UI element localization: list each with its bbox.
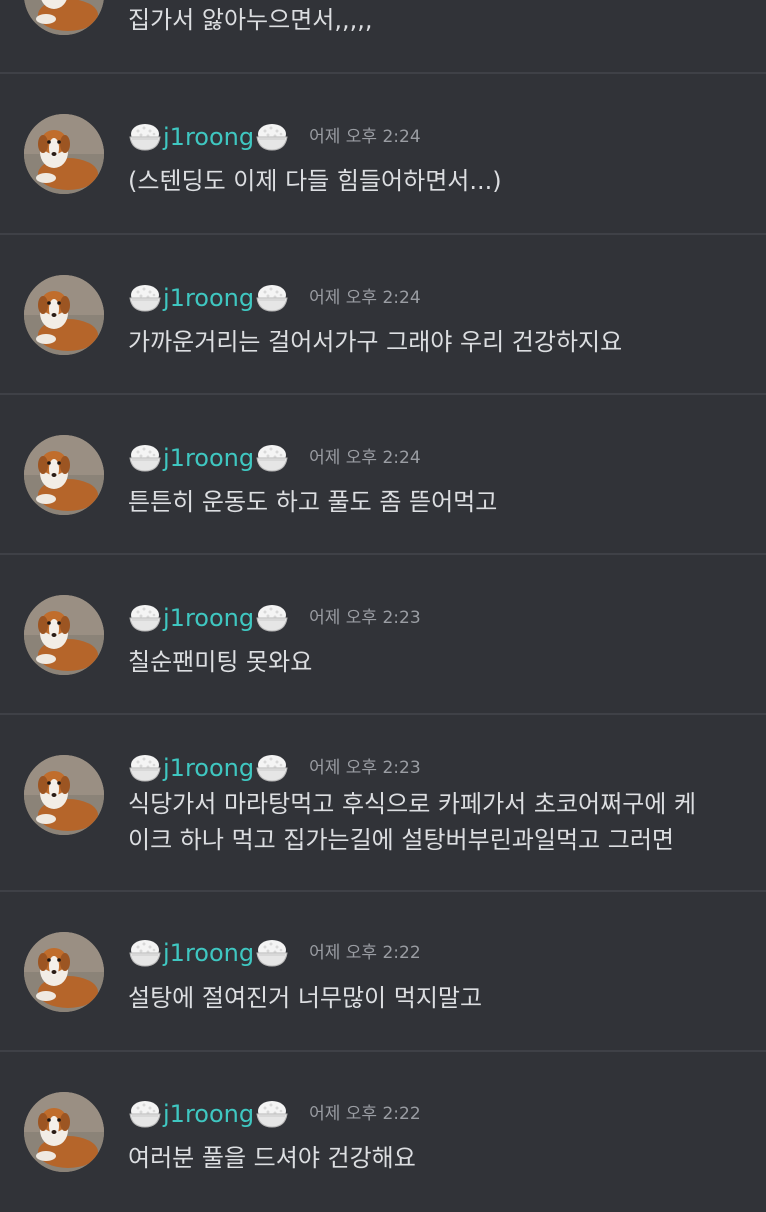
message-header: j1roong 어제 오후 2:24: [128, 119, 421, 155]
timestamp: 어제 오후 2:22: [309, 943, 421, 963]
rice-bowl-icon: [128, 121, 162, 153]
dog-avatar-icon: [24, 275, 104, 355]
timestamp: 어제 오후 2:24: [309, 288, 421, 308]
message-header: j1roong 어제 오후 2:24: [128, 280, 421, 316]
rice-bowl-icon: [255, 282, 289, 314]
message-item: j1roong 어제 오후 2:23 식당가서 마라탕먹고 후식으로 카페가서 …: [0, 715, 766, 892]
message-text: (스텐딩도 이제 다들 힘들어하면서...): [128, 167, 502, 195]
message-item: j1roong 어제 오후 2:22 설탕에 절여진거 너무많이 먹지말고: [0, 892, 766, 1052]
message-item: j1roong 어제 오후 2:24 가까운거리는 걸어서가구 그래야 우리 건…: [0, 235, 766, 395]
message-text: 식당가서 마라탕먹고 후식으로 카페가서 초코어쩌구에 케 이크 하나 먹고 집…: [128, 790, 697, 854]
message-header: j1roong 어제 오후 2:23: [128, 600, 421, 636]
avatar[interactable]: [24, 114, 104, 194]
username[interactable]: j1roong: [163, 280, 254, 316]
rice-bowl-icon: [128, 602, 162, 634]
dog-avatar-icon: [24, 932, 104, 1012]
message-item: j1roong 어제 오후 2:22 여러분 풀을 드셔야 건강해요: [0, 1052, 766, 1212]
message-text: 가까운거리는 걸어서가구 그래야 우리 건강하지요: [128, 328, 623, 356]
rice-bowl-icon: [128, 752, 162, 784]
avatar[interactable]: [24, 275, 104, 355]
username[interactable]: j1roong: [163, 119, 254, 155]
dog-avatar-icon: [24, 755, 104, 835]
rice-bowl-icon: [255, 602, 289, 634]
username[interactable]: j1roong: [163, 1096, 254, 1132]
message-text: 집가서 앓아누으면서,,,,,: [128, 6, 373, 34]
rice-bowl-icon: [128, 1098, 162, 1130]
avatar[interactable]: [24, 0, 104, 35]
message-text: 설탕에 절여진거 너무많이 먹지말고: [128, 984, 483, 1012]
rice-bowl-icon: [255, 752, 289, 784]
message-text: 튼튼히 운동도 하고 풀도 좀 뜯어먹고: [128, 488, 498, 516]
dog-avatar-icon: [24, 1092, 104, 1172]
avatar[interactable]: [24, 595, 104, 675]
timestamp: 어제 오후 2:24: [309, 127, 421, 147]
timestamp: 어제 오후 2:23: [309, 758, 421, 778]
rice-bowl-icon: [128, 282, 162, 314]
username[interactable]: j1roong: [163, 440, 254, 476]
message-text: 칠순팬미팅 못와요: [128, 648, 313, 676]
rice-bowl-icon: [255, 1098, 289, 1130]
message-item: 집가서 앓아누으면서,,,,,: [0, 0, 766, 74]
message-header: j1roong 어제 오후 2:24: [128, 440, 421, 476]
avatar[interactable]: [24, 755, 104, 835]
avatar[interactable]: [24, 1092, 104, 1172]
username[interactable]: j1roong: [163, 600, 254, 636]
rice-bowl-icon: [128, 442, 162, 474]
dog-avatar-icon: [24, 0, 104, 35]
username[interactable]: j1roong: [163, 935, 254, 971]
dog-avatar-icon: [24, 435, 104, 515]
timestamp: 어제 오후 2:23: [309, 608, 421, 628]
message-item: j1roong 어제 오후 2:23 칠순팬미팅 못와요: [0, 555, 766, 715]
message-item: j1roong 어제 오후 2:24 (스텐딩도 이제 다들 힘들어하면서...…: [0, 74, 766, 235]
message-header: j1roong 어제 오후 2:23: [128, 750, 421, 786]
message-text: 여러분 풀을 드셔야 건강해요: [128, 1144, 416, 1172]
avatar[interactable]: [24, 435, 104, 515]
timestamp: 어제 오후 2:22: [309, 1104, 421, 1124]
message-header: j1roong 어제 오후 2:22: [128, 1096, 421, 1132]
dog-avatar-icon: [24, 114, 104, 194]
avatar[interactable]: [24, 932, 104, 1012]
rice-bowl-icon: [255, 442, 289, 474]
message-header: j1roong 어제 오후 2:22: [128, 935, 421, 971]
username[interactable]: j1roong: [163, 750, 254, 786]
rice-bowl-icon: [255, 121, 289, 153]
rice-bowl-icon: [255, 937, 289, 969]
dog-avatar-icon: [24, 595, 104, 675]
timestamp: 어제 오후 2:24: [309, 448, 421, 468]
rice-bowl-icon: [128, 937, 162, 969]
message-item: j1roong 어제 오후 2:24 튼튼히 운동도 하고 풀도 좀 뜯어먹고: [0, 395, 766, 555]
